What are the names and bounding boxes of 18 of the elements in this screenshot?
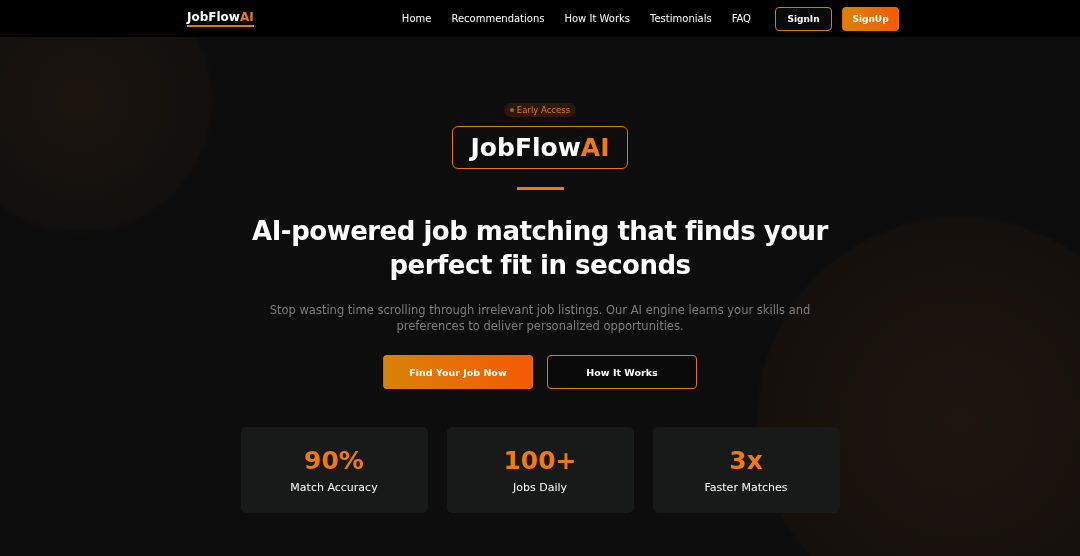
nav-link[interactable]: Home [401, 13, 432, 24]
nav-link[interactable]: Testimonials [650, 13, 712, 24]
stat-value: 90% [304, 446, 364, 475]
subtitle: Stop wasting time scrolling through irrelevant job listings. Our AI engine learns your skills and preferences to deliver personalized opportunities. [268, 302, 812, 334]
logo[interactable]: JobFlowAI [187, 10, 254, 27]
nav-link[interactable]: FAQ [731, 13, 751, 24]
brand-title: JobFlowAI [451, 126, 629, 169]
cta-button[interactable]: How It Works [547, 355, 697, 389]
nav-link[interactable]: How It Works [564, 13, 631, 24]
stat-value: 3x [729, 446, 763, 475]
headline: AI-powered job matching that finds your perfect fit in seconds [251, 215, 830, 282]
nav-link[interactable]: Recommendations [451, 13, 545, 24]
early-access-badge: Early Access [503, 103, 577, 117]
stat-label: Jobs Daily [513, 481, 567, 494]
stat-label: Match Accuracy [290, 481, 378, 494]
stat-label: Faster Matches [704, 481, 788, 494]
nav-button[interactable]: SignIn [775, 6, 832, 31]
stat-value: 100+ [503, 446, 577, 475]
